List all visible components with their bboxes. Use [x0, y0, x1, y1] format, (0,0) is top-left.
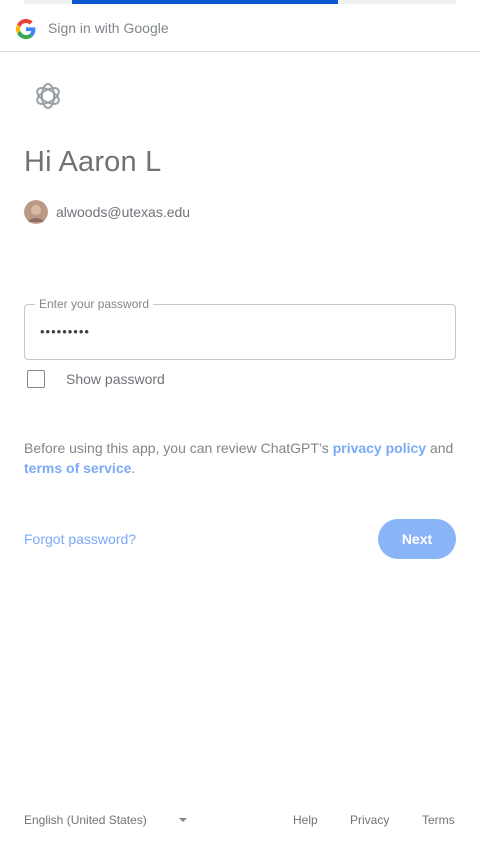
google-logo-icon — [16, 19, 36, 39]
terms-of-service-link[interactable]: terms of service — [24, 460, 131, 476]
top-bar: Sign in with Google — [0, 4, 480, 52]
show-password-checkbox[interactable] — [27, 370, 45, 388]
header-title: Sign in with Google — [48, 20, 169, 36]
notice-prefix: Before using this app, you can review Ch… — [24, 440, 333, 456]
next-button[interactable]: Next — [378, 519, 456, 559]
greeting-heading: Hi Aaron L — [24, 146, 162, 178]
password-field[interactable]: Enter your password ••••••••• — [24, 297, 456, 360]
notice-middle: and — [426, 440, 454, 456]
show-password-toggle[interactable]: Show password — [24, 370, 165, 388]
account-email: alwoods@utexas.edu — [56, 204, 191, 220]
forgot-password-link[interactable]: Forgot password? — [24, 531, 136, 547]
privacy-link[interactable]: Privacy — [350, 813, 389, 827]
chevron-down-icon — [178, 818, 187, 822]
account-chip[interactable]: alwoods@utexas.edu — [24, 200, 190, 224]
help-link[interactable]: Help — [293, 813, 318, 827]
terms-link[interactable]: Terms — [422, 813, 455, 827]
password-label: Enter your password — [35, 297, 154, 311]
privacy-policy-link[interactable]: privacy policy — [333, 440, 426, 456]
avatar-icon — [24, 200, 48, 224]
language-label: English (United States) — [24, 813, 147, 827]
show-password-label: Show password — [66, 371, 165, 387]
notice-suffix: . — [131, 460, 136, 476]
language-selector[interactable]: English (United States) — [24, 813, 187, 827]
password-value[interactable]: ••••••••• — [40, 324, 90, 339]
privacy-notice: Before using this app, you can review Ch… — [24, 438, 454, 478]
openai-logo-icon — [32, 80, 64, 112]
